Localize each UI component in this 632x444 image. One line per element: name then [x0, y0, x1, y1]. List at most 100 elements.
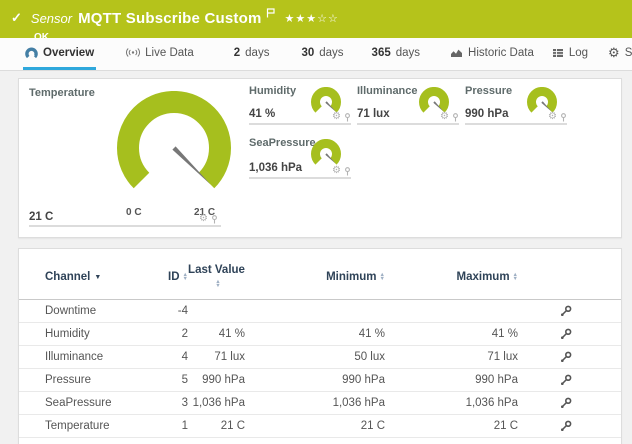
gauge-settings-gear-icon[interactable]: ⚙ [332, 166, 341, 176]
seapressure-gauge-value: 1,036 hPa [249, 162, 302, 174]
stars-empty[interactable]: ☆☆ [317, 13, 339, 25]
column-header-channel-label: Channel [45, 271, 90, 283]
table-row-downtime: Downtime -4 [19, 300, 621, 323]
table-row-seapressure: SeaPressure 3 1,036 hPa 1,036 hPa 1,036 … [19, 392, 621, 415]
column-header-last-value-label: Last Value [188, 264, 245, 276]
column-header-id[interactable]: ID ▲▼ [160, 271, 188, 283]
priority-flag-icon[interactable] [266, 5, 275, 23]
settings-gear-icon: ⚙ [608, 46, 620, 59]
seapressure-gauge-block: SeaPressure 1,036 hPa ⚙ [249, 137, 351, 179]
channel-name: SeaPressure [45, 397, 160, 409]
tab-2-days[interactable]: 2 days [232, 38, 272, 70]
illuminance-gauge-value: 71 lux [357, 108, 390, 120]
channel-name: Downtime [45, 305, 160, 317]
channel-settings-wrench-icon[interactable] [560, 328, 572, 340]
channel-id: 4 [160, 351, 188, 363]
gauges-overview-panel: Temperature 0 C 21 C 21 C ⚙ Humidity 41 … [18, 78, 622, 238]
table-row-pressure: Pressure 5 990 hPa 990 hPa 990 hPa [19, 369, 621, 392]
gauge-pin-icon[interactable] [344, 167, 351, 176]
gauge-settings-gear-icon[interactable]: ⚙ [548, 112, 557, 122]
tab-log[interactable]: Log [550, 38, 590, 70]
channel-last-value: 41 % [188, 328, 245, 340]
sensor-type-label: Sensor [31, 11, 72, 26]
gauge-settings-gear-icon[interactable]: ⚙ [199, 214, 208, 224]
tab-settings[interactable]: ⚙ Settings [606, 38, 632, 70]
log-table-icon [552, 48, 564, 58]
channel-name: Pressure [45, 374, 160, 386]
channel-last-value: 71 lux [188, 351, 245, 363]
channel-settings-wrench-icon[interactable] [560, 374, 572, 386]
channel-maximum: 41 % [385, 328, 518, 340]
channel-settings-wrench-icon[interactable] [560, 397, 572, 409]
table-row-illuminance: Illuminance 4 71 lux 50 lux 71 lux [19, 346, 621, 369]
column-header-last-value[interactable]: Last Value ▲▼ [188, 263, 245, 292]
tab-live-data-label: Live Data [145, 47, 194, 59]
gauge-settings-gear-icon[interactable]: ⚙ [332, 112, 341, 122]
stars-filled[interactable]: ★★★ [285, 13, 318, 25]
sort-updown-icon: ▲▼ [513, 273, 518, 282]
gauge-pin-icon[interactable] [452, 113, 459, 122]
tab-overview[interactable]: Overview [23, 38, 96, 70]
humidity-gauge-value: 41 % [249, 108, 275, 120]
table-row-temperature: Temperature 1 21 C 21 C 21 C [19, 415, 621, 438]
channel-id: 1 [160, 420, 188, 432]
illuminance-gauge-block: Illuminance 71 lux ⚙ [357, 85, 459, 125]
channel-last-value: 21 C [188, 420, 245, 432]
channel-maximum: 71 lux [385, 351, 518, 363]
tab-30-days-number: 30 [301, 47, 314, 59]
tab-settings-label: Settings [625, 47, 632, 59]
tab-2-days-label: days [245, 47, 269, 59]
overview-gauge-icon [25, 47, 38, 59]
sort-updown-icon: ▲▼ [215, 280, 220, 289]
channel-minimum: 1,036 hPa [245, 397, 385, 409]
column-header-minimum[interactable]: Minimum ▲▼ [245, 271, 385, 283]
tab-30-days[interactable]: 30 days [299, 38, 345, 70]
channel-last-value: 1,036 hPa [188, 397, 245, 409]
pressure-gauge-title: Pressure [465, 85, 512, 97]
channel-id: 3 [160, 397, 188, 409]
column-header-maximum-label: Maximum [457, 271, 510, 283]
priority-stars[interactable]: ★★★☆☆ [285, 12, 339, 25]
channel-table-panel: Channel ▼ ID ▲▼ Last Value▲▼ Minimum ▲▼ … [18, 248, 622, 444]
historic-chart-icon [450, 47, 463, 58]
column-header-maximum[interactable]: Maximum ▲▼ [385, 271, 518, 283]
channel-settings-wrench-icon[interactable] [560, 420, 572, 432]
column-header-minimum-label: Minimum [326, 271, 376, 283]
pressure-gauge-value: 990 hPa [465, 108, 508, 120]
tab-365-days-number: 365 [372, 47, 391, 59]
tab-30-days-label: days [319, 47, 343, 59]
column-header-id-label: ID [168, 271, 180, 283]
channel-minimum: 41 % [245, 328, 385, 340]
channel-table-header: Channel ▼ ID ▲▼ Last Value▲▼ Minimum ▲▼ … [19, 249, 621, 300]
channel-maximum: 990 hPa [385, 374, 518, 386]
temperature-gauge-value: 21 C [29, 211, 53, 223]
channel-id: 5 [160, 374, 188, 386]
gauge-pin-icon[interactable] [211, 215, 218, 224]
tab-bar: Overview Live Data 2 days 30 days 365 da… [0, 38, 632, 71]
tab-365-days-label: days [396, 47, 420, 59]
channel-id: 2 [160, 328, 188, 340]
pressure-gauge-block: Pressure 990 hPa ⚙ [465, 85, 567, 125]
tab-historic-data-label: Historic Data [468, 47, 534, 59]
gauge-scale-min: 0 C [126, 207, 142, 218]
channel-minimum: 21 C [245, 420, 385, 432]
channel-minimum: 50 lux [245, 351, 385, 363]
tab-historic-data[interactable]: Historic Data [448, 38, 536, 70]
tab-live-data[interactable]: Live Data [124, 38, 196, 70]
channel-last-value: 990 hPa [188, 374, 245, 386]
humidity-gauge-block: Humidity 41 % ⚙ [249, 85, 351, 125]
status-ok-check-icon: ✓ [11, 10, 22, 26]
channel-settings-wrench-icon[interactable] [560, 305, 572, 317]
illuminance-gauge-title: Illuminance [357, 85, 418, 97]
gauge-pin-icon[interactable] [344, 113, 351, 122]
tab-2-days-number: 2 [234, 47, 240, 59]
channel-settings-wrench-icon[interactable] [560, 351, 572, 363]
gauge-pin-icon[interactable] [560, 113, 567, 122]
channel-name: Humidity [45, 328, 160, 340]
column-header-channel[interactable]: Channel ▼ [45, 271, 160, 283]
gauge-settings-gear-icon[interactable]: ⚙ [440, 112, 449, 122]
channel-name: Illuminance [45, 351, 160, 363]
tab-365-days[interactable]: 365 days [370, 38, 422, 70]
sort-caret-down-icon: ▼ [94, 274, 101, 281]
sensor-status-header: ✓ Sensor MQTT Subscribe Custom ★★★☆☆ OK [0, 0, 632, 38]
